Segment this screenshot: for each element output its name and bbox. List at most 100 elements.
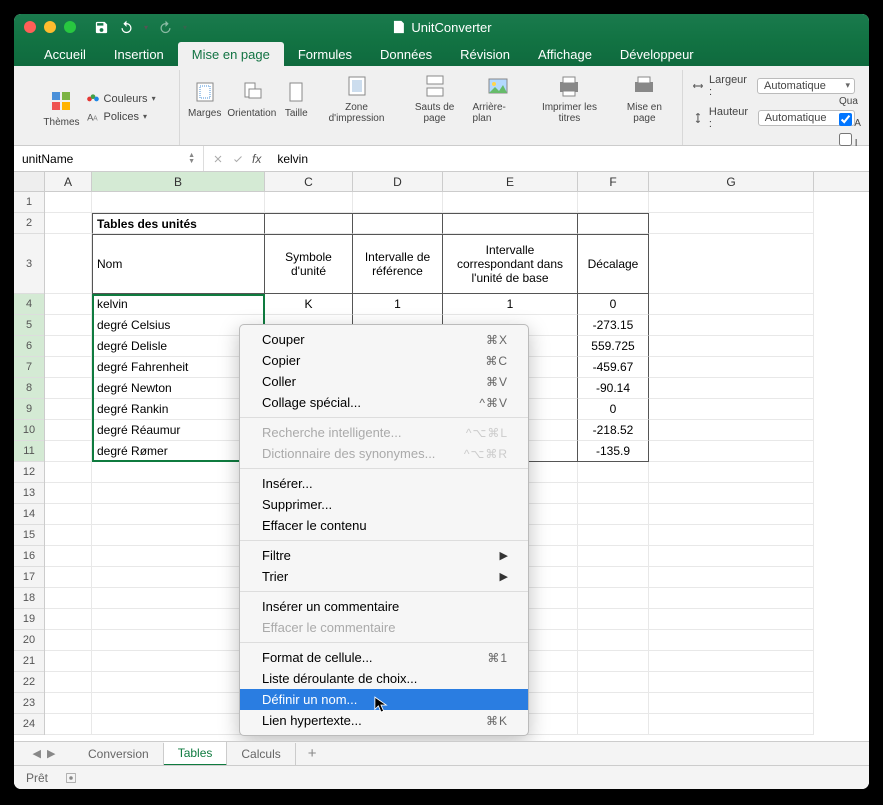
context-menu-item[interactable]: Liste déroulante de choix... bbox=[240, 668, 528, 689]
table-row[interactable]: kelvinK110 bbox=[45, 294, 814, 315]
window-controls bbox=[24, 21, 76, 33]
context-menu-item[interactable]: Filtre▶ bbox=[240, 545, 528, 566]
tab-revision[interactable]: Révision bbox=[446, 42, 524, 66]
tab-developpeur[interactable]: Développeur bbox=[606, 42, 708, 66]
name-box-steppers[interactable]: ▲▼ bbox=[188, 153, 195, 165]
sheet-nav-prev[interactable]: ◀ bbox=[33, 747, 41, 760]
context-menu-item[interactable]: Effacer le contenu bbox=[240, 515, 528, 536]
context-menu-item[interactable]: Trier▶ bbox=[240, 566, 528, 587]
context-menu-item[interactable]: Couper⌘X bbox=[240, 329, 528, 350]
orientation-button[interactable]: Orientation bbox=[227, 78, 276, 119]
print-checkbox[interactable] bbox=[839, 133, 852, 146]
breaks-button[interactable]: Sauts de page bbox=[403, 72, 467, 124]
select-all-corner[interactable] bbox=[14, 172, 45, 191]
row-header-10[interactable]: 10 bbox=[14, 420, 44, 441]
col-header-D[interactable]: D bbox=[353, 172, 443, 191]
table-title[interactable]: Tables des unités bbox=[92, 213, 265, 234]
undo-icon[interactable] bbox=[119, 20, 134, 35]
row-header-24[interactable]: 24 bbox=[14, 714, 44, 735]
row-header-12[interactable]: 12 bbox=[14, 462, 44, 483]
undo-dropdown-icon[interactable]: ▾ bbox=[144, 23, 148, 32]
tab-affichage[interactable]: Affichage bbox=[524, 42, 606, 66]
col-header-B[interactable]: B bbox=[92, 172, 265, 191]
row-header-8[interactable]: 8 bbox=[14, 378, 44, 399]
svg-text:A: A bbox=[93, 115, 98, 122]
print-area-button[interactable]: Zone d'impression bbox=[316, 72, 396, 124]
cancel-formula-icon[interactable] bbox=[212, 153, 224, 165]
row-header-13[interactable]: 13 bbox=[14, 483, 44, 504]
accept-formula-icon[interactable] bbox=[232, 153, 244, 165]
col-header-A[interactable]: A bbox=[45, 172, 92, 191]
row-header-21[interactable]: 21 bbox=[14, 651, 44, 672]
size-button[interactable]: Taille bbox=[282, 78, 310, 119]
row-header-14[interactable]: 14 bbox=[14, 504, 44, 525]
row-header-1[interactable]: 1 bbox=[14, 192, 44, 213]
context-menu-item: Effacer le commentaire bbox=[240, 617, 528, 638]
maximize-window-button[interactable] bbox=[64, 21, 76, 33]
row-header-22[interactable]: 22 bbox=[14, 672, 44, 693]
tab-accueil[interactable]: Accueil bbox=[30, 42, 100, 66]
minimize-window-button[interactable] bbox=[44, 21, 56, 33]
tab-mise-en-page[interactable]: Mise en page bbox=[178, 42, 284, 66]
row-header-15[interactable]: 15 bbox=[14, 525, 44, 546]
context-menu-item[interactable]: Format de cellule...⌘1 bbox=[240, 647, 528, 668]
fonts-button[interactable]: AA Polices ▾ bbox=[86, 110, 156, 124]
themes-button[interactable]: Thèmes bbox=[43, 87, 79, 128]
status-bar: Prêt bbox=[14, 765, 869, 789]
col-header-E[interactable]: E bbox=[443, 172, 578, 191]
row-header-4[interactable]: 4 bbox=[14, 294, 44, 315]
show-checkbox[interactable] bbox=[839, 113, 852, 126]
context-menu-item[interactable]: Copier⌘C bbox=[240, 350, 528, 371]
save-icon[interactable] bbox=[94, 20, 109, 35]
row-header-16[interactable]: 16 bbox=[14, 546, 44, 567]
row-header-2[interactable]: 2 bbox=[14, 213, 44, 234]
row-header-20[interactable]: 20 bbox=[14, 630, 44, 651]
table-header-decalage[interactable]: Décalage bbox=[578, 234, 649, 294]
tab-formules[interactable]: Formules bbox=[284, 42, 366, 66]
context-menu-item[interactable]: Coller⌘V bbox=[240, 371, 528, 392]
col-header-F[interactable]: F bbox=[578, 172, 649, 191]
margins-button[interactable]: Marges bbox=[188, 78, 221, 119]
colors-button[interactable]: Couleurs ▾ bbox=[86, 92, 156, 106]
close-window-button[interactable] bbox=[24, 21, 36, 33]
table-header-intervalle-ref[interactable]: Intervalle de référence bbox=[353, 234, 443, 294]
row-header-7[interactable]: 7 bbox=[14, 357, 44, 378]
context-menu-item[interactable]: Supprimer... bbox=[240, 494, 528, 515]
row-header-11[interactable]: 11 bbox=[14, 441, 44, 462]
table-header-nom[interactable]: Nom bbox=[92, 234, 265, 294]
row-header-5[interactable]: 5 bbox=[14, 315, 44, 336]
macro-record-icon[interactable] bbox=[64, 771, 78, 785]
page-break-icon bbox=[423, 74, 447, 98]
table-header-symbole[interactable]: Symbole d'unité bbox=[265, 234, 353, 294]
row-header-19[interactable]: 19 bbox=[14, 609, 44, 630]
add-sheet-button[interactable]: + bbox=[296, 741, 329, 766]
context-menu-item[interactable]: Définir un nom... bbox=[240, 689, 528, 710]
context-menu-item[interactable]: Insérer un commentaire bbox=[240, 596, 528, 617]
row-header-6[interactable]: 6 bbox=[14, 336, 44, 357]
redo-icon[interactable] bbox=[158, 20, 173, 35]
context-menu-item[interactable]: Insérer... bbox=[240, 473, 528, 494]
row-header-9[interactable]: 9 bbox=[14, 399, 44, 420]
background-button[interactable]: Arrière-plan bbox=[473, 72, 525, 124]
page-setup-button[interactable]: Mise en page bbox=[615, 72, 674, 124]
sheet-tab-tables[interactable]: Tables bbox=[164, 742, 228, 766]
col-header-C[interactable]: C bbox=[265, 172, 353, 191]
name-box[interactable]: unitName ▲▼ bbox=[14, 146, 204, 171]
row-header-18[interactable]: 18 bbox=[14, 588, 44, 609]
sheet-nav-next[interactable]: ▶ bbox=[47, 747, 55, 760]
row-header-3[interactable]: 3 bbox=[14, 234, 44, 294]
sheet-tab-conversion[interactable]: Conversion bbox=[74, 743, 164, 765]
fx-icon[interactable]: fx bbox=[252, 152, 261, 166]
row-header-17[interactable]: 17 bbox=[14, 567, 44, 588]
table-header-intervalle-base[interactable]: Intervalle correspondant dans l'unité de… bbox=[443, 234, 578, 294]
formula-input[interactable]: kelvin bbox=[269, 152, 869, 166]
row-header-23[interactable]: 23 bbox=[14, 693, 44, 714]
redo-dropdown-icon[interactable]: ▾ bbox=[183, 23, 187, 32]
tab-donnees[interactable]: Données bbox=[366, 42, 446, 66]
col-header-G[interactable]: G bbox=[649, 172, 814, 191]
sheet-tab-calculs[interactable]: Calculs bbox=[227, 743, 295, 765]
print-titles-button[interactable]: Imprimer les titres bbox=[530, 72, 609, 124]
context-menu-item[interactable]: Lien hypertexte...⌘K bbox=[240, 710, 528, 731]
context-menu-item[interactable]: Collage spécial...^⌘V bbox=[240, 392, 528, 413]
tab-insertion[interactable]: Insertion bbox=[100, 42, 178, 66]
